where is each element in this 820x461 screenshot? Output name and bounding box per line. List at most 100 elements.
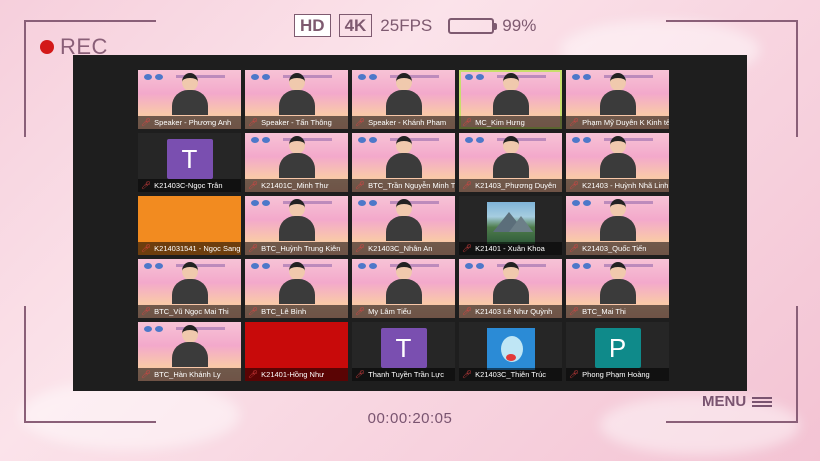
recording-timer: 00:00:20:05 (367, 410, 453, 427)
participant-name-bar: 🎤︎ Speaker - Tấn Thông (245, 116, 348, 129)
participant-avatar: P (594, 328, 641, 368)
participant-video (384, 73, 424, 115)
participant-tile[interactable]: 🎤︎ K21403C_Thiên Trúc (459, 322, 562, 381)
participant-tile[interactable]: 🎤︎ Speaker - Phương Anh (138, 70, 241, 129)
participant-tile[interactable]: 🎤︎ K214031541 - Ngọc Sang (138, 196, 241, 255)
mic-muted-icon: 🎤︎ (355, 117, 366, 127)
participant-name: BTC_Huỳnh Trung Kiên (261, 244, 341, 253)
participant-name: K21403 Lê Như Quỳnh (475, 307, 553, 316)
participant-video (277, 73, 317, 115)
recording-status-bar: HD 4K 25FPS 99% (294, 14, 536, 37)
participant-video (598, 73, 638, 115)
participant-name: BTC_Lê Bình (261, 307, 307, 316)
mic-muted-icon: 🎤︎ (462, 243, 473, 253)
mic-muted-icon: 🎤︎ (569, 306, 580, 316)
participant-name-bar: 🎤︎ K21403 - Huỳnh Nhã Linh (566, 179, 669, 192)
mic-muted-icon: 🎤︎ (462, 369, 473, 379)
participant-name-bar: 🎤︎ BTC_Mai Thi (566, 305, 669, 318)
participant-name: K21401-Hồng Như (261, 370, 325, 379)
participant-video (491, 73, 531, 115)
participant-picture (486, 202, 535, 244)
participant-tile[interactable]: 🎤︎ K21403 Lê Như Quỳnh (459, 259, 562, 318)
mic-muted-icon: 🎤︎ (141, 180, 152, 190)
participant-video (384, 199, 424, 241)
participant-name-bar: 🎤︎ K21403C_Thiên Trúc (459, 368, 562, 381)
participant-tile[interactable]: 🎤︎ K21401C_Minh Thư (245, 133, 348, 192)
participant-name-bar: 🎤︎ BTC_Huỳnh Trung Kiên (245, 242, 348, 255)
participant-tile[interactable]: 🎤︎ BTC_Vũ Ngọc Mai Thi (138, 259, 241, 318)
battery-percent: 99% (502, 15, 537, 35)
participant-tile[interactable]: P 🎤︎ Phong Phạm Hoàng (566, 322, 669, 381)
mic-muted-icon: 🎤︎ (141, 306, 152, 316)
participant-name-bar: 🎤︎ BTC_Hàn Khánh Ly (138, 368, 241, 381)
participant-name: Speaker - Phương Anh (154, 118, 232, 127)
participant-tile[interactable]: 🎤︎ BTC_Lê Bình (245, 259, 348, 318)
participant-name-bar: 🎤︎ Phạm Mỹ Duyên K Kinh tế (566, 116, 669, 129)
mic-muted-icon: 🎤︎ (141, 369, 152, 379)
participant-name-bar: 🎤︎ Thanh Tuyền Trần Lực (352, 368, 455, 381)
participant-name-bar: 🎤︎ K214031541 - Ngọc Sang (138, 242, 241, 255)
participant-tile[interactable]: 🎤︎ K21401-Hồng Như (245, 322, 348, 381)
menu-button[interactable]: MENU (702, 393, 773, 410)
participant-tile[interactable]: 🎤︎ Phạm Mỹ Duyên K Kinh tế (566, 70, 669, 129)
participant-name-bar: 🎤︎ Speaker - Phương Anh (138, 116, 241, 129)
hd-badge: HD (294, 14, 331, 37)
mic-muted-icon: 🎤︎ (462, 117, 473, 127)
participant-video (598, 136, 638, 178)
participant-name: Speaker - Khánh Pham (368, 118, 447, 127)
participant-avatar: T (166, 139, 213, 179)
video-call-screen: 🎤︎ Speaker - Phương Anh 🎤︎ Speaker - Tấn Th… (73, 55, 747, 391)
participant-name: K21403C_Thiên Trúc (475, 370, 547, 379)
participant-tile[interactable]: 🎤︎ MC_Kim Hưng (459, 70, 562, 129)
participant-tile[interactable]: 🎤︎ K21403_Quốc Tiến (566, 196, 669, 255)
participant-tile[interactable]: 🎤︎ BTC_Trần Nguyễn Minh T... (352, 133, 455, 192)
participant-name-bar: 🎤︎ K21401 - Xuân Khoa (459, 242, 562, 255)
mic-muted-icon: 🎤︎ (462, 306, 473, 316)
mic-muted-icon: 🎤︎ (355, 243, 366, 253)
participant-tile[interactable]: 🎤︎ My Lâm Tiểu (352, 259, 455, 318)
mic-muted-icon: 🎤︎ (248, 306, 259, 316)
mic-muted-icon: 🎤︎ (248, 117, 259, 127)
participant-name: K21403 - Huỳnh Nhã Linh (582, 181, 669, 190)
participant-name-bar: 🎤︎ My Lâm Tiểu (352, 305, 455, 318)
4k-badge: 4K (338, 14, 373, 37)
participant-name: K21403C_Nhân An (368, 244, 433, 253)
participant-video (170, 325, 210, 367)
participant-video (384, 136, 424, 178)
participant-tile[interactable]: T 🎤︎ Thanh Tuyền Trần Lực (352, 322, 455, 381)
participant-video (277, 199, 317, 241)
participant-name: K21403C-Ngọc Trân (154, 181, 223, 190)
menu-label: MENU (702, 393, 747, 410)
participant-name: K21403_Quốc Tiến (582, 244, 647, 253)
participant-name: BTC_Trần Nguyễn Minh T... (368, 181, 455, 190)
mic-muted-icon: 🎤︎ (569, 180, 580, 190)
participant-tile[interactable]: 🎤︎ BTC_Hàn Khánh Ly (138, 322, 241, 381)
participant-name-bar: 🎤︎ K21403C-Ngọc Trân (138, 179, 241, 192)
participant-tile[interactable]: T 🎤︎ K21403C-Ngọc Trân (138, 133, 241, 192)
participant-name: Phong Phạm Hoàng (582, 370, 650, 379)
participant-tile[interactable]: 🎤︎ K21403C_Nhân An (352, 196, 455, 255)
mic-muted-icon: 🎤︎ (569, 369, 580, 379)
mic-muted-icon: 🎤︎ (355, 180, 366, 190)
participant-tile[interactable]: 🎤︎ Speaker - Khánh Pham (352, 70, 455, 129)
participant-name: K214031541 - Ngọc Sang (154, 244, 241, 253)
participant-tile[interactable]: 🎤︎ K21403_Phương Duyên (459, 133, 562, 192)
participant-tile[interactable]: 🎤︎ K21401 - Xuân Khoa (459, 196, 562, 255)
mic-muted-icon: 🎤︎ (355, 306, 366, 316)
hamburger-icon (752, 396, 773, 407)
mic-muted-icon: 🎤︎ (569, 117, 580, 127)
participant-name-bar: 🎤︎ K21403_Phương Duyên (459, 179, 562, 192)
mic-muted-icon: 🎤︎ (462, 180, 473, 190)
mic-muted-icon: 🎤︎ (248, 369, 259, 379)
participant-tile[interactable]: 🎤︎ BTC_Huỳnh Trung Kiên (245, 196, 348, 255)
participant-tile[interactable]: 🎤︎ Speaker - Tấn Thông (245, 70, 348, 129)
participant-tile[interactable]: 🎤︎ K21403 - Huỳnh Nhã Linh (566, 133, 669, 192)
participant-video (277, 136, 317, 178)
participant-video (598, 262, 638, 304)
participant-name: BTC_Hàn Khánh Ly (154, 370, 221, 379)
participant-tile[interactable]: 🎤︎ BTC_Mai Thi (566, 259, 669, 318)
participant-name-bar: 🎤︎ BTC_Trần Nguyễn Minh T... (352, 179, 455, 192)
participant-name: K21401C_Minh Thư (261, 181, 329, 190)
participant-video (277, 262, 317, 304)
participant-name: BTC_Vũ Ngọc Mai Thi (154, 307, 229, 316)
